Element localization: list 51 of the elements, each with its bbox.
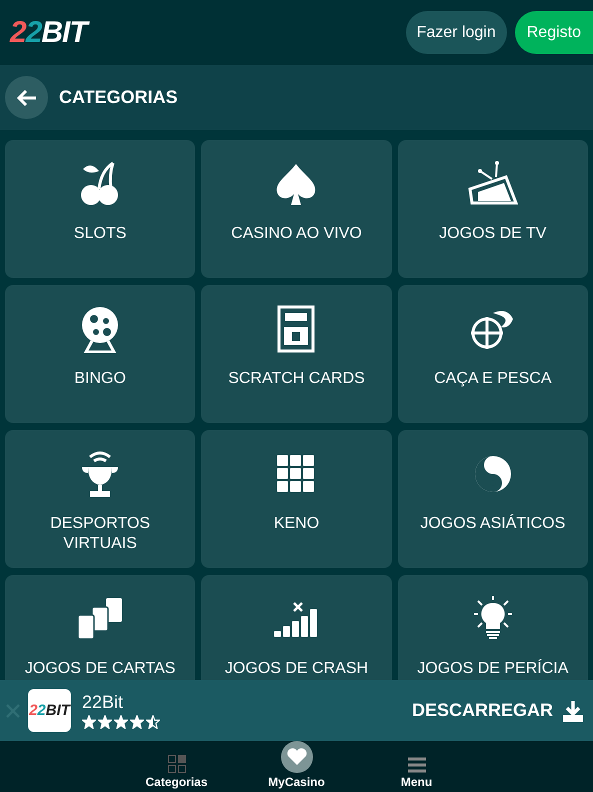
category-tile[interactable]: CAÇA E PESCA [398, 285, 588, 423]
menu-icon [408, 757, 426, 773]
category-tile[interactable]: JOGOS DE PERÍCIA [398, 575, 588, 680]
category-label: CASINO AO VIVO [231, 224, 362, 244]
category-label: SCRATCH CARDS [228, 369, 365, 389]
category-tile[interactable]: CASINO AO VIVO [201, 140, 392, 278]
category-tile[interactable]: SLOTS [5, 140, 196, 278]
category-tile[interactable]: KENO [201, 430, 392, 568]
page-title: CATEGORIAS [59, 87, 178, 108]
app-logo: 22BIT [28, 689, 71, 732]
category-label: JOGOS DE TV [439, 224, 546, 244]
playing-cards-icon [78, 598, 122, 640]
tv-icon [468, 161, 518, 207]
category-label: JOGOS DE CRASH [224, 659, 368, 679]
grid-icon [168, 755, 186, 773]
category-label: DESPORTOS VIRTUAIS [49, 514, 152, 554]
download-button[interactable]: DESCARREGAR [412, 700, 583, 722]
scratch-card-icon [277, 305, 316, 353]
back-arrow-icon [16, 90, 36, 106]
category-tile[interactable]: JOGOS DE CARTAS [5, 575, 196, 680]
keno-grid-icon [277, 455, 316, 493]
category-tile[interactable]: JOGOS DE CRASH [201, 575, 392, 680]
nav-item[interactable]: Menu [376, 741, 456, 792]
category-label: JOGOS DE CARTAS [24, 659, 176, 679]
category-tile[interactable]: BINGO [5, 285, 196, 423]
category-tile[interactable]: SCRATCH CARDS [201, 285, 392, 423]
back-button[interactable] [5, 76, 48, 119]
download-icon [563, 700, 583, 722]
login-button[interactable]: Fazer login [406, 11, 507, 54]
category-label: BINGO [74, 369, 126, 389]
star-icon [98, 715, 112, 729]
star-icon [146, 715, 160, 729]
star-icon [82, 715, 96, 729]
nav-item[interactable]: Categorias [136, 741, 216, 792]
category-label: SLOTS [74, 224, 126, 244]
category-label: KENO [274, 514, 320, 534]
yin-yang-icon [474, 455, 512, 493]
logo[interactable]: 22BIT [10, 16, 87, 50]
category-label: CAÇA E PESCA [434, 369, 552, 389]
spade-icon [275, 162, 318, 206]
category-label: JOGOS ASIÁTICOS [420, 514, 566, 534]
rising-bars-icon [274, 601, 318, 637]
category-tile[interactable]: JOGOS ASIÁTICOS [398, 430, 588, 568]
star-icon [130, 715, 144, 729]
category-tile[interactable]: DESPORTOS VIRTUAIS [5, 430, 196, 568]
nav-item[interactable]: MyCasino [256, 741, 336, 792]
category-tile[interactable]: JOGOS DE TV [398, 140, 588, 278]
star-icon [114, 715, 128, 729]
lightbulb-icon [474, 596, 512, 642]
category-label: JOGOS DE PERÍCIA [417, 659, 568, 679]
app-name: 22Bit [82, 692, 124, 713]
